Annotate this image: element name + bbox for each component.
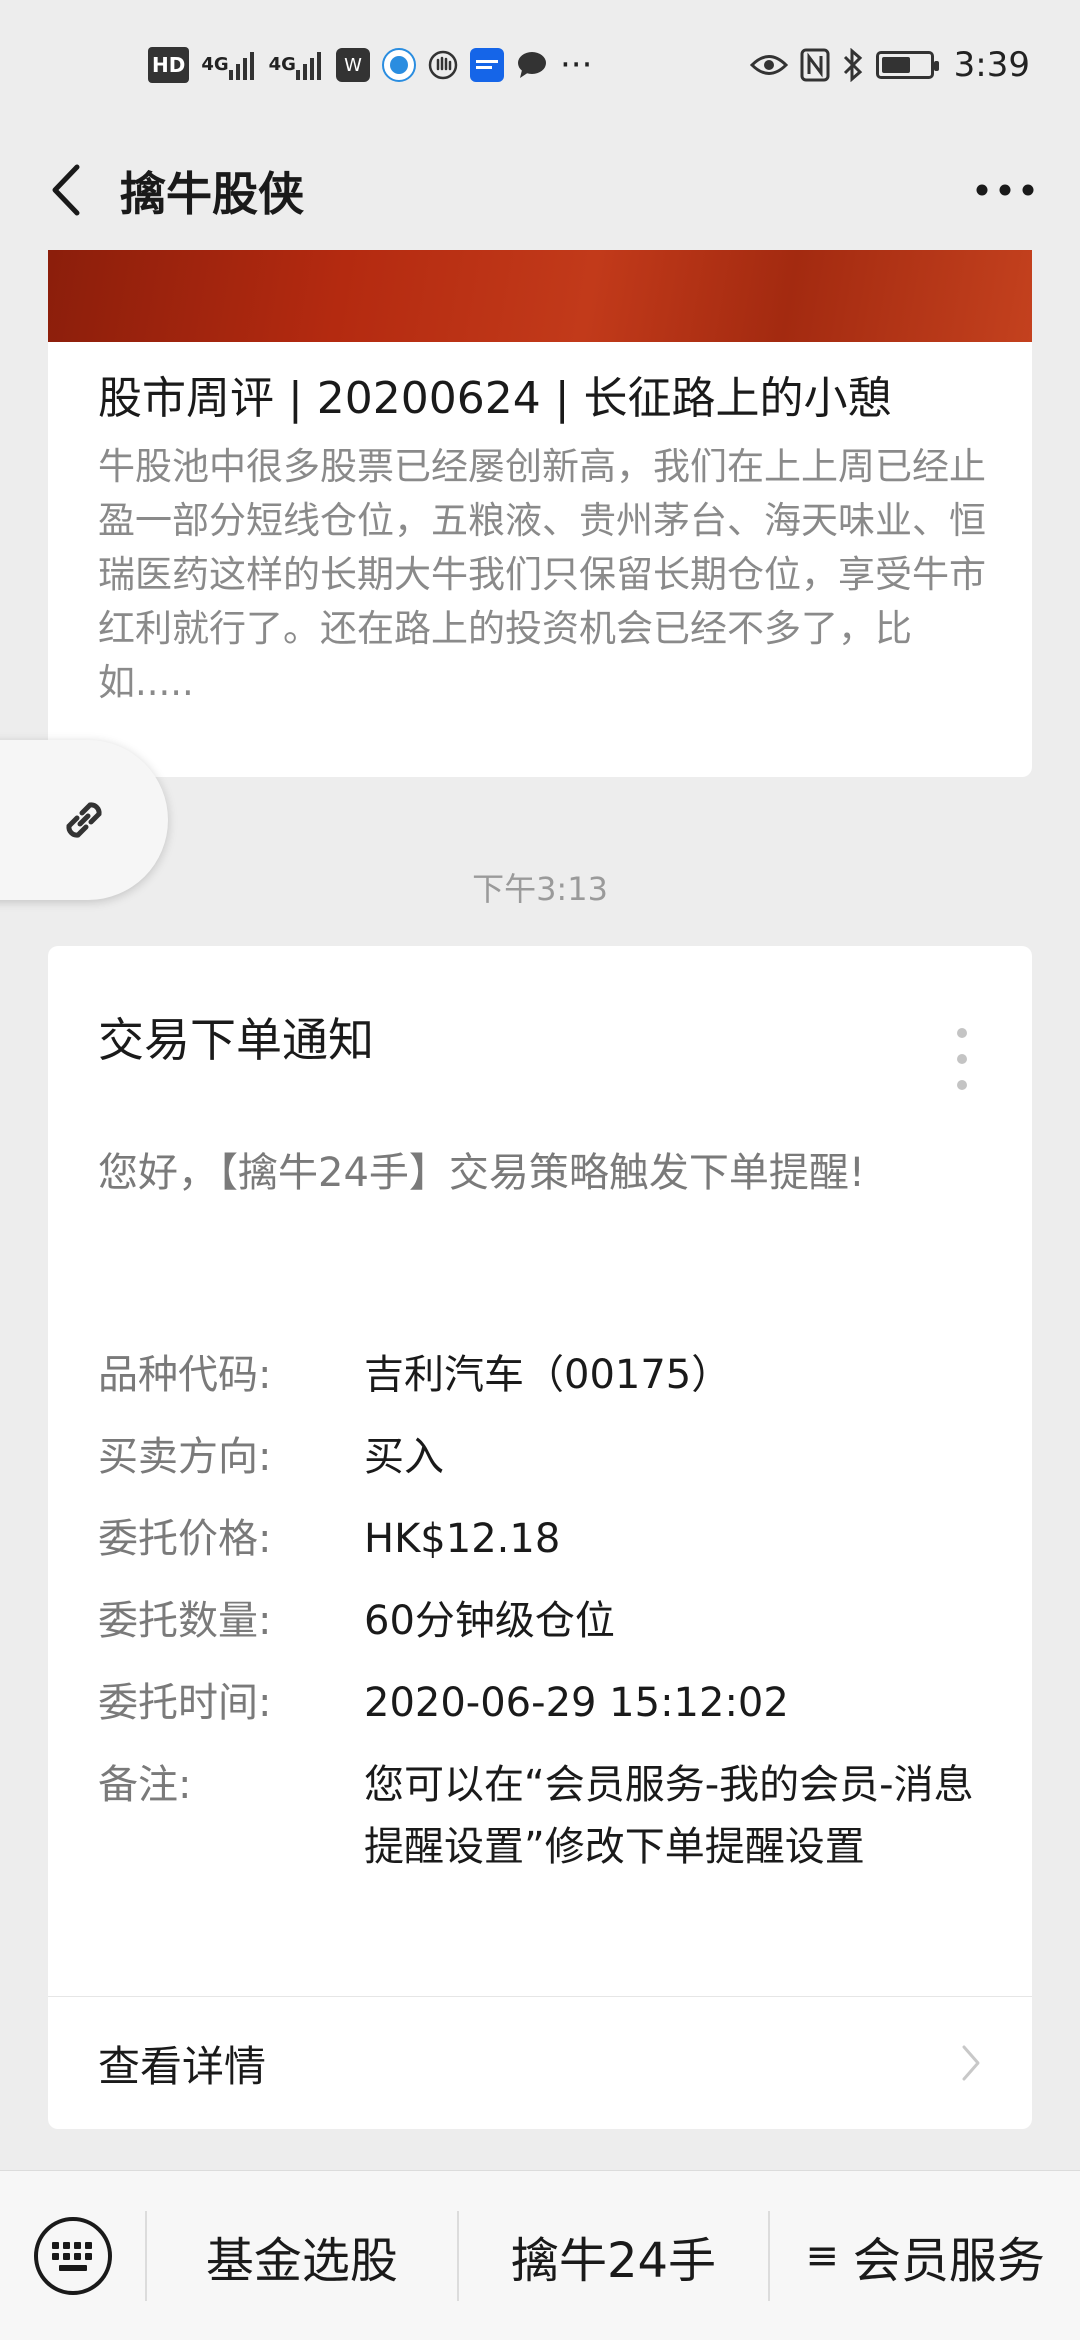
view-details-link[interactable]: 查看详情 <box>48 1997 1032 2129</box>
submenu-icon: ≡ <box>805 2232 839 2279</box>
field-label: 委托时间: <box>98 1680 272 1726</box>
link-icon <box>66 802 102 838</box>
field-row-code: 品种代码: 吉利汽车（00175） <box>98 1348 998 1403</box>
field-row-quantity: 委托数量: 60分钟级仓位 <box>98 1594 998 1649</box>
signal-bars-icon <box>295 52 321 80</box>
signal-icon-1: 4G <box>201 47 256 83</box>
page-title: 擒牛股侠 <box>120 167 304 221</box>
trade-notice-card[interactable]: 交易下单通知 您好，【擒牛24手】交易策略触发下单提醒! 品种代码: 吉利汽车（… <box>48 946 1032 2129</box>
field-value: HK$12.18 <box>364 1516 561 1562</box>
battery-icon <box>875 51 939 79</box>
battery-level <box>881 57 910 73</box>
keyboard-toggle-button[interactable] <box>0 2171 145 2340</box>
field-row-price: 委托价格: HK$12.18 <box>98 1512 998 1567</box>
notice-greeting: 您好，【擒牛24手】交易策略触发下单提醒! <box>98 1150 865 1196</box>
network-type-1: 4G <box>201 54 229 75</box>
menu-qinniu-24[interactable]: 擒牛24手 <box>459 2171 769 2340</box>
field-row-direction: 买卖方向: 买入 <box>98 1430 998 1485</box>
back-button[interactable] <box>36 160 96 220</box>
nfc-icon <box>800 47 830 83</box>
menu-dot <box>957 1028 967 1038</box>
more-dots-icon <box>976 184 1034 196</box>
card-menu-button[interactable] <box>942 1024 982 1094</box>
article-banner-image <box>48 250 1032 342</box>
menu-member-services[interactable]: ≡ 会员服务 <box>770 2171 1080 2340</box>
keyboard-icon <box>33 2216 112 2295</box>
status-left: HD 4G 4G W ··· <box>148 45 592 85</box>
field-label: 委托数量: <box>98 1598 272 1644</box>
field-value: 60分钟级仓位 <box>364 1598 615 1644</box>
field-value: 您可以在“会员服务-我的会员-消息提醒设置”修改下单提醒设置 <box>364 1762 974 1870</box>
notice-fields: 品种代码: 吉利汽车（00175） 买卖方向: 买入 委托价格: HK$12.1… <box>98 1348 998 1905</box>
chat-area[interactable]: 股市周评 | 20200624 | 长征路上的小憩 牛股池中很多股票已经屡创新高… <box>0 250 1080 2170</box>
notice-title: 交易下单通知 <box>98 1013 374 1067</box>
menu-label: 基金选股 <box>205 2232 398 2289</box>
menu-label: 擒牛24手 <box>510 2232 717 2289</box>
menu-dot <box>957 1080 967 1090</box>
field-row-time: 委托时间: 2020-06-29 15:12:02 <box>98 1676 998 1731</box>
field-label: 委托价格: <box>98 1516 272 1562</box>
status-right: 3:39 <box>749 45 1030 85</box>
more-notifications: ··· <box>559 45 593 85</box>
view-details-label: 查看详情 <box>98 2041 267 2091</box>
menu-fund-picks[interactable]: 基金选股 <box>147 2171 457 2340</box>
menu-dot <box>957 1054 967 1064</box>
hand-icon <box>428 47 458 83</box>
field-value: 吉利汽车（00175） <box>364 1352 732 1398</box>
title-bar: 擒牛股侠 <box>0 130 1080 250</box>
signal-bars-icon <box>228 52 254 80</box>
hd-badge: HD <box>148 47 190 83</box>
field-value: 买入 <box>364 1434 444 1480</box>
bluetooth-icon <box>842 47 864 83</box>
message-timestamp: 下午3:13 <box>472 870 608 908</box>
status-time: 3:39 <box>953 45 1030 85</box>
field-value: 2020-06-29 15:12:02 <box>364 1680 789 1726</box>
globe-icon <box>389 56 408 74</box>
network-type-2: 4G <box>268 54 296 75</box>
field-row-note: 备注: 您可以在“会员服务-我的会员-消息提醒设置”修改下单提醒设置 <box>98 1758 998 1878</box>
article-summary: 牛股池中很多股票已经屡创新高，我们在上上周已经止盈一部分短线仓位，五粮液、贵州茅… <box>98 445 986 704</box>
menu-label: 会员服务 <box>852 2232 1045 2289</box>
browser-icon <box>381 48 416 82</box>
status-bar: HD 4G 4G W ··· 3:39 <box>0 0 1080 130</box>
field-label: 备注: <box>98 1762 192 1808</box>
field-label: 买卖方向: <box>98 1434 272 1480</box>
article-title: 股市周评 | 20200624 | 长征路上的小憩 <box>98 373 892 424</box>
chat-bubble-icon <box>516 47 548 83</box>
news-app-icon <box>469 48 504 82</box>
back-arrow-icon <box>52 164 80 216</box>
app-w-icon: W <box>335 48 370 82</box>
eye-icon <box>749 47 788 83</box>
more-options-button[interactable] <box>970 162 1040 218</box>
signal-icon-2: 4G <box>269 47 324 83</box>
chevron-right-icon <box>962 2045 980 2081</box>
article-card[interactable]: 股市周评 | 20200624 | 长征路上的小憩 牛股池中很多股票已经屡创新高… <box>48 250 1032 777</box>
field-label: 品种代码: <box>98 1352 272 1398</box>
bottom-menu-bar: 基金选股 擒牛24手 ≡ 会员服务 <box>0 2170 1080 2340</box>
